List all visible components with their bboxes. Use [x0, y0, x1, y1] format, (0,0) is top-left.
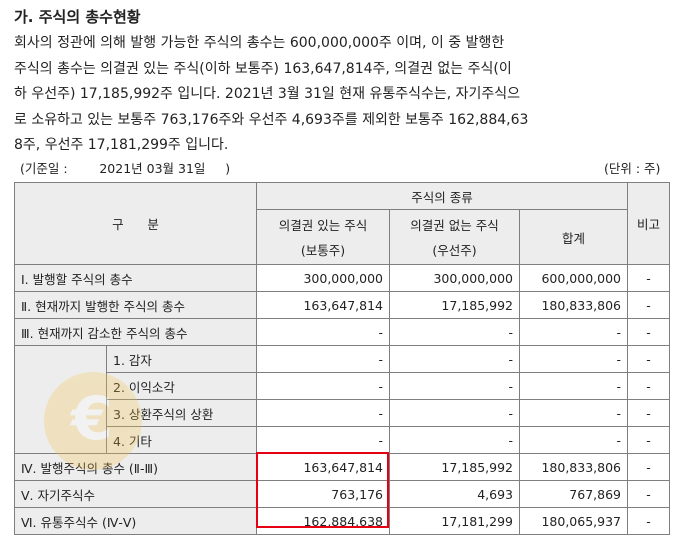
row-label: Ⅴ. 자기주식수	[14, 480, 257, 508]
unit-label: (단위 : 주)	[604, 161, 661, 176]
header-nonvoting-line2: (우선주)	[432, 243, 477, 258]
cell-nonvoting: -	[389, 345, 520, 373]
row-label: Ⅱ. 현재까지 발행한 주식의 총수	[14, 291, 257, 319]
row-label: Ⅳ. 발행주식의 총수 (Ⅱ-Ⅲ)	[14, 453, 257, 481]
header-category: 구 분	[14, 182, 257, 265]
paragraph-line: 하 우선주) 17,185,992주 입니다. 2021년 3월 31일 현재 …	[14, 86, 521, 102]
base-date: (기준일 : 2021년 03월 31일 )	[20, 161, 231, 176]
cell-note: -	[627, 453, 670, 481]
cell-note: -	[627, 399, 670, 427]
cell-total: 180,833,806	[519, 291, 628, 319]
cell-note: -	[627, 372, 670, 400]
cell-total: -	[519, 426, 628, 454]
header-voting-line2: (보통주)	[300, 243, 346, 258]
cell-voting: 163,647,814	[256, 291, 390, 319]
cell-note: -	[627, 345, 670, 373]
paragraph-line: 8주, 우선주 17,181,299주 입니다.	[14, 137, 229, 153]
cell-voting: -	[256, 372, 390, 400]
cell-note: -	[627, 318, 670, 346]
cell-note: -	[627, 291, 670, 319]
sub-row-spacer	[14, 345, 107, 454]
paragraph-line: 회사의 정관에 의해 발행 가능한 주식의 총수는 600,000,000주 이…	[14, 35, 505, 51]
cell-total: -	[519, 399, 628, 427]
header-total: 합계	[519, 209, 628, 265]
header-voting-line1: 의결권 있는 주식	[278, 218, 368, 233]
cell-nonvoting: 17,185,992	[389, 453, 520, 481]
cell-voting: 763,176	[256, 480, 390, 508]
cell-note: -	[627, 480, 670, 508]
cell-nonvoting: 4,693	[389, 480, 520, 508]
cell-voting: -	[256, 318, 390, 346]
cell-nonvoting: 17,185,992	[389, 291, 520, 319]
row-label: 1. 감자	[106, 345, 257, 373]
cell-note: -	[627, 264, 670, 292]
header-note: 비고	[627, 182, 670, 265]
cell-nonvoting: 17,181,299	[389, 507, 520, 535]
cell-total: -	[519, 318, 628, 346]
cell-note: -	[627, 426, 670, 454]
cell-voting: -	[256, 345, 390, 373]
row-label: 3. 상환주식의 상환	[106, 399, 257, 427]
cell-total: -	[519, 345, 628, 373]
section-title: 가. 주식의 총수현황	[14, 8, 141, 26]
row-label: 2. 이익소각	[106, 372, 257, 400]
cell-total: 600,000,000	[519, 264, 628, 292]
description-paragraph: 회사의 정관에 의해 발행 가능한 주식의 총수는 600,000,000주 이…	[14, 31, 664, 159]
header-share-type: 주식의 종류	[256, 182, 628, 210]
share-count-table: 구 분 주식의 종류 비고 의결권 있는 주식 (보통주) 의결권 없는 주식 …	[14, 182, 670, 535]
paragraph-line: 로 소유하고 있는 보통주 763,176주와 우선주 4,693주를 제외한 …	[14, 111, 529, 128]
cell-voting: 162,884,638	[256, 507, 390, 535]
cell-nonvoting: 300,000,000	[389, 264, 520, 292]
row-label: Ⅲ. 현재까지 감소한 주식의 총수	[14, 318, 257, 346]
cell-nonvoting: -	[389, 372, 520, 400]
cell-note: -	[627, 507, 670, 535]
cell-total: 767,869	[519, 480, 628, 508]
header-nonvoting-line1: 의결권 없는 주식	[410, 218, 499, 233]
cell-voting: -	[256, 399, 390, 427]
cell-total: -	[519, 372, 628, 400]
cell-nonvoting: -	[389, 318, 520, 346]
header-nonvoting: 의결권 없는 주식 (우선주)	[389, 209, 520, 265]
row-label: Ⅰ. 발행할 주식의 총수	[14, 264, 257, 292]
cell-voting: 300,000,000	[256, 264, 390, 292]
cell-voting: 163,647,814	[256, 453, 390, 481]
row-label: Ⅵ. 유통주식수 (Ⅳ-Ⅴ)	[14, 507, 257, 535]
cell-total: 180,065,937	[519, 507, 628, 535]
cell-nonvoting: -	[389, 426, 520, 454]
cell-voting: -	[256, 426, 390, 454]
cell-nonvoting: -	[389, 399, 520, 427]
paragraph-line: 주식의 총수는 의결권 있는 주식(이하 보통주) 163,647,814주, …	[14, 60, 512, 77]
header-voting: 의결권 있는 주식 (보통주)	[256, 209, 390, 265]
cell-total: 180,833,806	[519, 453, 628, 481]
row-label: 4. 기타	[106, 426, 257, 454]
